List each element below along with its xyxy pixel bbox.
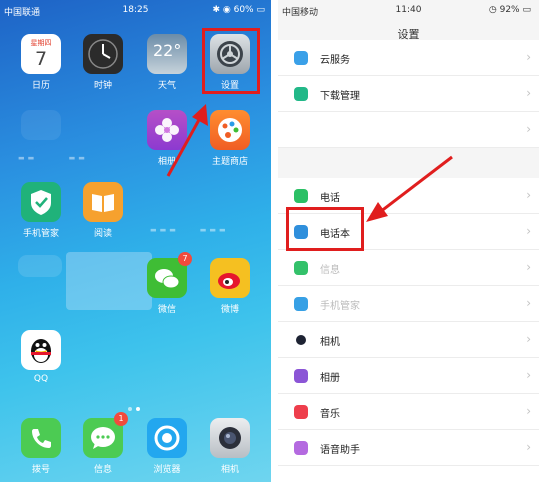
- dialer-label: 拨号: [31, 465, 50, 475]
- manager-icon: [294, 297, 308, 311]
- calendar-label: 日历: [31, 81, 50, 91]
- page-indicator[interactable]: [126, 396, 142, 415]
- settings-screen: 中国移动 11:40 ◷ 92% ▭ 设置 云服务 › 下载管理 › › 电话 …: [278, 0, 539, 482]
- theme-label: 主题商店: [211, 157, 248, 167]
- settings-item-next[interactable]: [278, 466, 539, 482]
- home-screen: 中国联通 18:25 ✱ ◉ 60% ▭ 星期四 7 日历 时钟 22° 天气: [0, 0, 271, 482]
- settings-item-camera[interactable]: 相机 ›: [278, 322, 539, 358]
- camera-app[interactable]: 相机: [203, 418, 257, 475]
- chevron-right-icon: ›: [526, 188, 531, 202]
- calendar-weekday: 星期四: [30, 39, 52, 47]
- photos-label: 相册: [157, 157, 176, 167]
- blurred-labels-row3: ▬▬▬ ▬▬▬: [150, 226, 229, 234]
- music-icon: [294, 405, 308, 419]
- blurred-labels-row2: ▬▬ ▬▬: [18, 154, 88, 162]
- reader-app[interactable]: 阅读: [76, 182, 130, 239]
- chat-bubble-icon: 1: [83, 412, 128, 458]
- reader-label: 阅读: [93, 229, 112, 239]
- qq-label: QQ: [33, 374, 49, 384]
- chevron-right-icon: ›: [526, 86, 531, 100]
- messages-badge: 1: [114, 412, 128, 426]
- chevron-right-icon: ›: [526, 260, 531, 274]
- settings-item-music[interactable]: 音乐 ›: [278, 394, 539, 430]
- settings-item-album[interactable]: 相册 ›: [278, 358, 539, 394]
- download-icon: [294, 87, 308, 101]
- settings-highlight-box: [202, 28, 260, 94]
- browser-icon: [147, 418, 187, 458]
- battery-label: ✱ ◉ 60% ▭: [212, 5, 265, 15]
- chevron-right-icon: ›: [526, 224, 531, 238]
- calendar-day: 7: [34, 48, 48, 70]
- settings-item-download[interactable]: 下载管理 ›: [278, 76, 539, 112]
- camera-icon: [210, 418, 250, 458]
- settings-item-cloud[interactable]: 云服务 ›: [278, 40, 539, 76]
- shield-icon: [21, 182, 61, 222]
- messages-app[interactable]: 1 信息: [76, 412, 130, 475]
- messages-label: 信息: [93, 465, 112, 475]
- camera-icon: [296, 335, 306, 345]
- clock-label: 时钟: [93, 81, 112, 91]
- settings-item-manager[interactable]: 手机管家 ›: [278, 286, 539, 322]
- wechat-badge: 7: [178, 252, 192, 266]
- weather-temp: 22°: [153, 41, 182, 60]
- phone-icon: [21, 418, 61, 458]
- dialer-app[interactable]: 拨号: [14, 418, 68, 475]
- chevron-right-icon: ›: [526, 368, 531, 382]
- sms-icon: [294, 261, 308, 275]
- settings-item-sms[interactable]: 信息 ›: [278, 250, 539, 286]
- book-icon: [83, 182, 123, 222]
- chevron-right-icon: ›: [526, 440, 531, 454]
- calendar-app[interactable]: 星期四 7 日历: [14, 34, 68, 91]
- chevron-right-icon: ›: [526, 296, 531, 310]
- qq-app[interactable]: QQ: [14, 330, 68, 384]
- phone-manager-label: 手机管家: [22, 229, 59, 239]
- album-icon: [294, 369, 308, 383]
- theme-store-app[interactable]: 主题商店: [203, 110, 257, 167]
- palette-icon: [210, 110, 250, 150]
- camera-label: 相机: [220, 465, 239, 475]
- wechat-icon: 7: [147, 252, 192, 298]
- chevron-right-icon: ›: [526, 122, 531, 136]
- clock-icon: [83, 34, 123, 74]
- flower-icon: [147, 110, 187, 150]
- blurred-app: [21, 110, 61, 140]
- weather-icon: 22°: [147, 34, 187, 74]
- weather-app[interactable]: 22° 天气: [140, 34, 194, 91]
- browser-label: 浏览器: [153, 465, 181, 475]
- weather-label: 天气: [157, 81, 176, 91]
- chevron-right-icon: ›: [526, 404, 531, 418]
- wechat-app[interactable]: 7 微信: [140, 252, 194, 315]
- phone-icon: [294, 189, 308, 203]
- settings-item-voice[interactable]: 语音助手 ›: [278, 430, 539, 466]
- chevron-right-icon: ›: [526, 332, 531, 346]
- photos-app[interactable]: 相册: [140, 110, 194, 167]
- phone-manager-app[interactable]: 手机管家: [14, 182, 68, 239]
- chevron-right-icon: ›: [526, 50, 531, 64]
- home-status-bar: 中国联通 18:25 ✱ ◉ 60% ▭: [0, 0, 271, 20]
- wechat-label: 微信: [157, 305, 176, 315]
- penguin-icon: [21, 330, 61, 370]
- battery-label: ◷ 92% ▭: [488, 5, 531, 15]
- cloud-icon: [294, 51, 308, 65]
- calendar-icon: 星期四 7: [21, 34, 61, 74]
- clock-app[interactable]: 时钟: [76, 34, 130, 91]
- weibo-icon: [210, 258, 250, 298]
- voice-assistant-icon: [294, 441, 308, 455]
- blurred-app: [18, 255, 62, 277]
- weibo-app[interactable]: 微博: [203, 258, 257, 315]
- browser-app[interactable]: 浏览器: [140, 418, 194, 475]
- tutorial-composite: 中国联通 18:25 ✱ ◉ 60% ▭ 星期四 7 日历 时钟 22° 天气: [0, 0, 539, 482]
- contacts-highlight-box: [286, 207, 364, 251]
- weibo-label: 微博: [220, 305, 239, 315]
- settings-status-bar: 中国移动 11:40 ◷ 92% ▭: [278, 0, 539, 20]
- settings-item-blank[interactable]: ›: [278, 112, 539, 148]
